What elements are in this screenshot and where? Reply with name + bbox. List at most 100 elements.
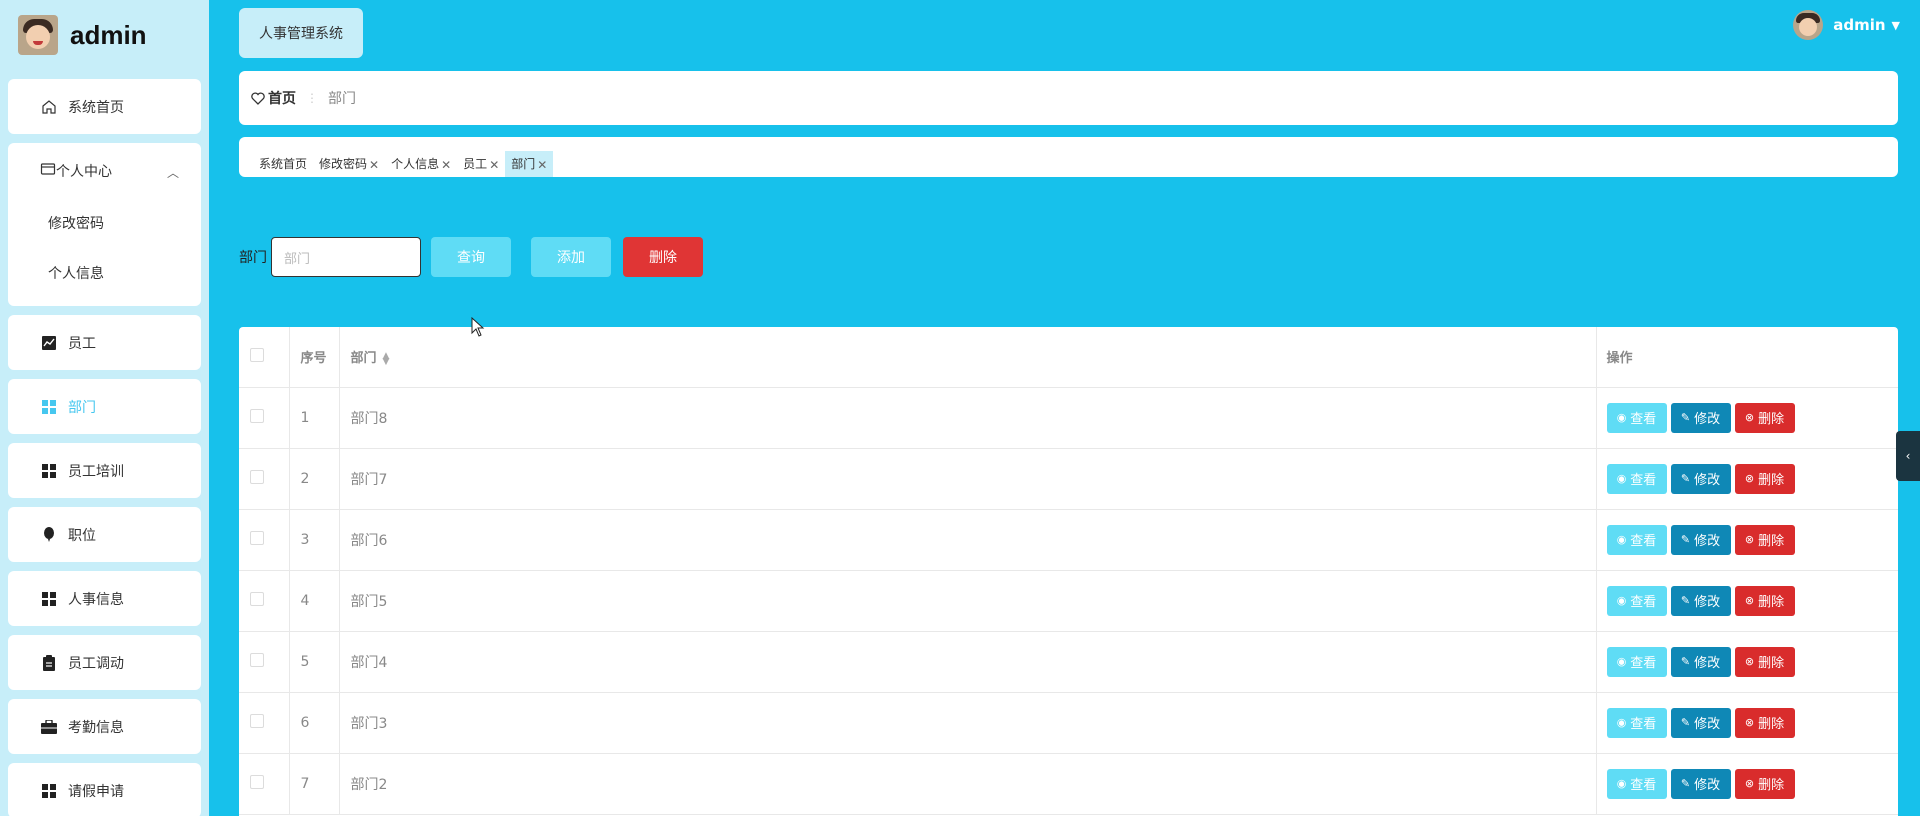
table-row: 2 部门7 ◉ 查看 ✎ 修改 ⊗ 删除: [239, 448, 1898, 510]
sidebar-item-label: 个人中心: [56, 163, 112, 180]
delete-button[interactable]: ⊗ 删除: [1734, 402, 1795, 433]
delete-button[interactable]: ⊗ 删除: [1734, 463, 1795, 494]
tag-label: 部门: [511, 157, 536, 171]
delete-button[interactable]: ⊗ 删除: [1734, 646, 1795, 677]
view-button[interactable]: ◉ 查看: [1606, 585, 1667, 616]
row-checkbox[interactable]: [250, 469, 264, 484]
sidebar-item-department[interactable]: 部门: [8, 379, 201, 434]
heart-icon: [251, 91, 265, 105]
row-checkbox[interactable]: [250, 408, 264, 423]
edit-button[interactable]: ✎ 修改: [1670, 768, 1731, 799]
breadcrumb-home[interactable]: 首页: [251, 88, 296, 108]
close-icon[interactable]: ✕: [537, 158, 547, 172]
row-checkbox[interactable]: [250, 591, 264, 606]
search-row: 部门 部门 查询 添加 删除: [239, 237, 703, 277]
sidebar-item-label: 员工培训: [68, 463, 124, 480]
sidebar-item-label: 部门: [68, 399, 96, 416]
tag-change-password[interactable]: 修改密码 ✕: [313, 151, 385, 177]
view-button[interactable]: ◉ 查看: [1606, 768, 1667, 799]
system-title: 人事管理系统: [239, 8, 363, 58]
delete-button[interactable]: ⊗ 删除: [1734, 585, 1795, 616]
view-button[interactable]: ◉ 查看: [1606, 402, 1667, 433]
department-table: 序号 部门 ▲ ▼ 操作 1 部门8 ◉ 查看 ✎ 修改 ⊗ 删除 2 部门7 ◉ 查看 ✎ 修改 ⊗ 删除 3 部门…: [239, 327, 1898, 816]
row-actions: ◉ 查看 ✎ 修改 ⊗ 删除: [1596, 448, 1898, 510]
view-label: 查看: [1630, 473, 1657, 488]
edit-button[interactable]: ✎ 修改: [1670, 646, 1731, 677]
delete-button[interactable]: ⊗ 删除: [1734, 524, 1795, 555]
sidebar-item-label: 人事信息: [68, 591, 124, 608]
tag-employee[interactable]: 员工 ✕: [457, 151, 505, 177]
sidebar-item-employee[interactable]: 员工: [8, 315, 201, 370]
delete-label: 删除: [1758, 534, 1785, 549]
search-input[interactable]: 部门: [271, 237, 421, 277]
row-index: 3: [289, 509, 340, 571]
delete-button[interactable]: ⊗ 删除: [1734, 768, 1795, 799]
view-button[interactable]: ◉ 查看: [1606, 524, 1667, 555]
edit-label: 修改: [1694, 717, 1721, 732]
close-icon[interactable]: ✕: [369, 158, 379, 172]
row-checkbox[interactable]: [250, 652, 264, 667]
view-label: 查看: [1630, 595, 1657, 610]
close-icon[interactable]: ✕: [489, 158, 499, 172]
sidebar-item-home[interactable]: 系统首页: [8, 79, 201, 134]
edit-button[interactable]: ✎ 修改: [1670, 402, 1731, 433]
row-actions: ◉ 查看 ✎ 修改 ⊗ 删除: [1596, 692, 1898, 754]
sidebar-item-transfer[interactable]: 员工调动: [8, 635, 201, 690]
sidebar-subitem-change-password[interactable]: 修改密码: [8, 198, 201, 248]
edit-button[interactable]: ✎ 修改: [1670, 463, 1731, 494]
tag-label: 修改密码: [319, 157, 368, 171]
sidebar-subitem-personal-info[interactable]: 个人信息: [8, 248, 201, 298]
tag-personal-info[interactable]: 个人信息 ✕: [385, 151, 457, 177]
table-row: 5 部门4 ◉ 查看 ✎ 修改 ⊗ 删除: [239, 631, 1898, 693]
sidebar-item-training[interactable]: 员工培训: [8, 443, 201, 498]
chart-icon: [40, 334, 58, 352]
edit-button[interactable]: ✎ 修改: [1670, 524, 1731, 555]
delete-button[interactable]: ⊗ 删除: [1734, 707, 1795, 738]
sidebar-item-position[interactable]: 职位: [8, 507, 201, 562]
tag-label: 员工: [463, 157, 488, 171]
pencil-icon: ✎: [1680, 716, 1691, 729]
user-menu[interactable]: admin ▼: [1793, 10, 1900, 40]
close-circle-icon: ⊗: [1744, 472, 1755, 485]
delete-label: 删除: [1758, 656, 1785, 671]
column-header-name[interactable]: 部门 ▲ ▼: [339, 327, 1597, 388]
row-department-name: 部门5: [339, 570, 1597, 632]
sidebar-item-hr-info[interactable]: 人事信息: [8, 571, 201, 626]
table-row: 3 部门6 ◉ 查看 ✎ 修改 ⊗ 删除: [239, 509, 1898, 571]
select-all-cell: [239, 327, 290, 388]
edit-label: 修改: [1694, 412, 1721, 427]
view-button[interactable]: ◉ 查看: [1606, 707, 1667, 738]
batch-delete-button[interactable]: 删除: [623, 237, 703, 277]
edit-button[interactable]: ✎ 修改: [1670, 585, 1731, 616]
view-button[interactable]: ◉ 查看: [1606, 646, 1667, 677]
collapse-panel-chevron-left-icon[interactable]: ‹: [1896, 431, 1920, 481]
view-label: 查看: [1630, 412, 1657, 427]
grid-icon: [40, 590, 58, 608]
sidebar-item-personal[interactable]: 个人中心 ︿: [8, 143, 201, 198]
sort-icon[interactable]: ▲ ▼: [383, 351, 390, 366]
row-checkbox[interactable]: [250, 713, 264, 728]
eye-icon: ◉: [1616, 472, 1627, 485]
close-circle-icon: ⊗: [1744, 655, 1755, 668]
tag-department[interactable]: 部门 ✕: [505, 151, 554, 177]
select-all-checkbox[interactable]: [250, 347, 264, 362]
row-index: 7: [289, 753, 340, 815]
tag-home[interactable]: 系统首页: [253, 151, 313, 177]
edit-button[interactable]: ✎ 修改: [1670, 707, 1731, 738]
sidebar-item-attendance[interactable]: 考勤信息: [8, 699, 201, 754]
edit-label: 修改: [1694, 595, 1721, 610]
add-button[interactable]: 添加: [531, 237, 611, 277]
row-actions: ◉ 查看 ✎ 修改 ⊗ 删除: [1596, 631, 1898, 693]
row-checkbox[interactable]: [250, 774, 264, 789]
user-name: admin: [1833, 16, 1886, 34]
sidebar-item-leave[interactable]: 请假申请: [8, 763, 201, 816]
mouse-cursor-icon: [471, 317, 485, 337]
view-label: 查看: [1630, 656, 1657, 671]
eye-icon: ◉: [1616, 655, 1627, 668]
row-checkbox[interactable]: [250, 530, 264, 545]
eye-icon: ◉: [1616, 716, 1627, 729]
view-button[interactable]: ◉ 查看: [1606, 463, 1667, 494]
query-button[interactable]: 查询: [431, 237, 511, 277]
table-row: 1 部门8 ◉ 查看 ✎ 修改 ⊗ 删除: [239, 387, 1898, 449]
close-icon[interactable]: ✕: [441, 158, 451, 172]
